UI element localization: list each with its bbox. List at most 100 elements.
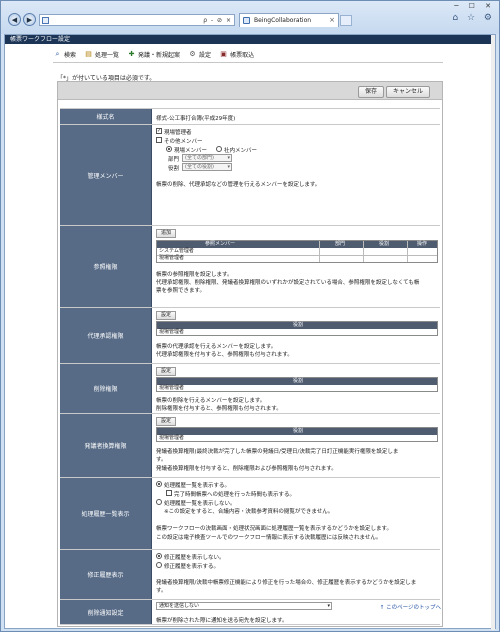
- role-select[interactable]: (全ての役割): [182, 163, 232, 171]
- delete-note-1: 帳票の削除を行えるメンバーを設定します。: [156, 398, 266, 404]
- revision-history-row: 修正履歴表示 修正履歴を表示しない。 修正履歴を表示する。 発議者換算権限/決裁…: [60, 549, 440, 599]
- history-time-label: 完了時間帳票への処理を行った時間も表示する。: [174, 492, 296, 498]
- other-member-checkbox[interactable]: [156, 137, 162, 143]
- toolbar-search-label: 検索: [64, 51, 77, 59]
- viewer-table-header: [157, 241, 437, 248]
- managers-value-cell: ✓ 現場管理者 その他メンバー 現場メンバー 社内メンバー 部門 (全ての部門)…: [154, 125, 440, 225]
- back-button[interactable]: ◀: [8, 13, 21, 26]
- forward-button[interactable]: ▶: [23, 13, 36, 26]
- history-note-2: この設定は電子検査ツールでのワークフロー情報に表示する決裁履歴には反映されません…: [156, 535, 382, 541]
- managers-label: 管理メンバー: [60, 125, 152, 225]
- revision-note: 発議者換算権限/決裁中帳票修正機能により修正を行った場合の、修正履歴を表示するか…: [156, 580, 417, 586]
- delete-notify-note: 帳票が削除された際に通知を送る宛先を設定します。: [156, 618, 288, 624]
- browser-chrome: ─ ☐ ✕ ◀ ▶ ρ - ⊘ × BeingCollaboration × ⌂…: [1, 1, 499, 34]
- other-member-label: その他メンバー: [164, 139, 203, 145]
- view-rights-row: 参照権限 追加 参照メンバー 部門 役割 操作 システム管理者 現場管理者 帳票…: [60, 225, 440, 307]
- window-controls[interactable]: ─ ☐ ✕: [454, 2, 495, 10]
- form-button-bar: 保存 キャンセル: [58, 82, 442, 100]
- new-tab-button[interactable]: [340, 15, 352, 26]
- page-top-link[interactable]: ↑ このページのトップへ: [380, 603, 441, 611]
- add-viewer-button[interactable]: 追加: [156, 229, 177, 238]
- tab-title: BeingCollaboration: [254, 17, 312, 24]
- view-rights-label: 参照権限: [60, 226, 152, 307]
- cancel-button[interactable]: キャンセル: [386, 86, 431, 98]
- revision-hide-radio[interactable]: [156, 553, 162, 559]
- proxy-col-role: 役割: [293, 322, 304, 328]
- table-row: 現場管理者: [159, 435, 185, 441]
- history-show-label: 処理履歴一覧を表示する。: [164, 483, 231, 489]
- template-value-cell: 様式-公工事打合簿(平成29年度): [154, 109, 440, 124]
- history-display-value-cell: 処理履歴一覧を表示する。 完了時間帳票への処理を行った時間も表示する。 処理履歴…: [154, 478, 440, 549]
- toolbar-divider: [53, 62, 443, 63]
- viewer-table-divider: [319, 241, 320, 262]
- view-rights-note-3: 票を参照できます。: [156, 288, 205, 294]
- initiator-rights-label: 発議者換算権限: [60, 414, 152, 477]
- viewer-col-member: 参照メンバー: [205, 241, 236, 247]
- address-bar[interactable]: ρ - ⊘ ×: [39, 14, 235, 26]
- revision-show-radio[interactable]: [156, 562, 162, 568]
- tab-close-icon[interactable]: ×: [329, 14, 335, 27]
- delete-rights-label: 削除権限: [60, 364, 152, 413]
- delete-col-role: 役割: [293, 378, 304, 384]
- history-show-radio[interactable]: [156, 481, 162, 487]
- list-icon: ▤: [85, 49, 92, 58]
- delete-set-button[interactable]: 設定: [156, 367, 177, 376]
- proxy-set-button[interactable]: 設定: [156, 311, 177, 320]
- initiator-set-button[interactable]: 設定: [156, 417, 177, 426]
- history-hide-warning: ※この設定をすると、合議内容・決裁参考資料の閲覧ができません。: [164, 509, 334, 515]
- history-hide-label: 処理履歴一覧を表示しない。: [164, 501, 236, 507]
- department-label: 部門: [168, 157, 180, 163]
- import-icon: ▣: [220, 49, 227, 58]
- department-select[interactable]: (全ての部門): [182, 154, 232, 162]
- toolbar-settings[interactable]: ⚙ 設定: [188, 50, 211, 59]
- viewer-col-dept: 部門: [335, 241, 346, 247]
- site-manager-checkbox[interactable]: ✓: [156, 128, 162, 134]
- revision-history-label: 修正履歴表示: [60, 550, 152, 599]
- settings-icon: ⚙: [189, 49, 196, 58]
- template-row: 様式名 様式-公工事打合簿(平成29年度): [60, 108, 440, 124]
- initiator-col-role: 役割: [293, 428, 304, 434]
- back-arrow-icon: ◀: [11, 15, 18, 24]
- company-member-radio[interactable]: [216, 146, 222, 152]
- toolbar-search[interactable]: ⌕ 検索: [53, 50, 76, 59]
- template-label: 様式名: [60, 109, 152, 124]
- viewer-table-divider: [363, 241, 364, 262]
- view-rights-value-cell: 追加 参照メンバー 部門 役割 操作 システム管理者 現場管理者 帳票の参照権限…: [154, 226, 440, 307]
- page-viewport: 帳票ワークフロー設定 ⌕ 検索 ▤ 処理一覧 ✚ 発議・新規起案 ⚙ 設定 ▣ 帳票取込 …: [4, 34, 496, 630]
- history-time-checkbox[interactable]: [166, 490, 172, 496]
- history-hide-radio[interactable]: [156, 499, 162, 505]
- template-value: 様式-公工事打合簿(平成29年度): [156, 116, 236, 122]
- browser-toolbar-icons[interactable]: ⌂ ☆ ⚙: [452, 13, 495, 23]
- toolbar-process-list-label: 処理一覧: [95, 51, 120, 59]
- toolbar-import[interactable]: ▣ 帳票取込: [219, 50, 254, 59]
- browser-tab[interactable]: BeingCollaboration ×: [239, 13, 339, 27]
- save-button[interactable]: 保存: [358, 86, 385, 98]
- view-rights-note-1: 帳票の参照権限を設定します。: [156, 272, 233, 278]
- toolbar-process-list[interactable]: ▤ 処理一覧: [84, 50, 119, 59]
- vertical-scrollbar[interactable]: [491, 35, 495, 630]
- managers-note: 帳票の削除、代理承認などの管理を行えるメンバーを設定します。: [156, 182, 321, 188]
- delete-notify-select[interactable]: 通知を送信しない: [156, 602, 332, 610]
- table-row: 現場管理者: [159, 385, 185, 391]
- address-bar-buttons[interactable]: ρ - ⊘ ×: [203, 15, 232, 26]
- toolbar-settings-label: 設定: [199, 51, 212, 59]
- proxy-approval-value-cell: 設定 役割 現場管理者 帳票の代理承認を行えるメンバーを設定します。 代理承認権…: [154, 308, 440, 363]
- initiator-rights-value-cell: 設定 役割 現場管理者 発議者換算権限(最終決裁が完了した帳票の発議日/受理日/…: [154, 414, 440, 477]
- site-favicon-icon: [243, 17, 250, 24]
- toolbar-import-label: 帳票取込: [230, 51, 255, 59]
- viewer-col-action: 操作: [417, 241, 428, 247]
- toolbar-new-draft[interactable]: ✚ 発議・新規起案: [127, 50, 180, 59]
- revision-note-2: す。: [156, 588, 167, 594]
- revision-history-value-cell: 修正履歴を表示しない。 修正履歴を表示する。 発議者換算権限/決裁中帳票修正機能…: [154, 550, 440, 599]
- revision-show-label: 修正履歴を表示する。: [164, 564, 220, 570]
- initiator-note-1: 発議者換算権限(最終決裁が完了した帳票の発議日/受理日/決裁完了日訂正機能実行権…: [156, 449, 399, 455]
- site-member-radio-label: 現場メンバー: [174, 148, 208, 154]
- proxy-approval-row: 代理承認権限 設定 役割 現場管理者 帳票の代理承認を行えるメンバーを設定します…: [60, 307, 440, 363]
- viewer-col-role: 役割: [379, 241, 390, 247]
- history-note-1: 帳票ワークフローの決裁画面・処理状況画面に処理履歴一覧を表示するかどうかを設定し…: [156, 526, 392, 532]
- viewer-table-rowline: [157, 255, 437, 256]
- delete-notify-label: 削除通知設定: [60, 600, 152, 624]
- viewer-table-divider: [407, 241, 408, 262]
- site-member-radio[interactable]: [166, 146, 172, 152]
- delete-rights-row: 削除権限 設定 役割 現場管理者 帳票の削除を行えるメンバーを設定します。 削除…: [60, 363, 440, 413]
